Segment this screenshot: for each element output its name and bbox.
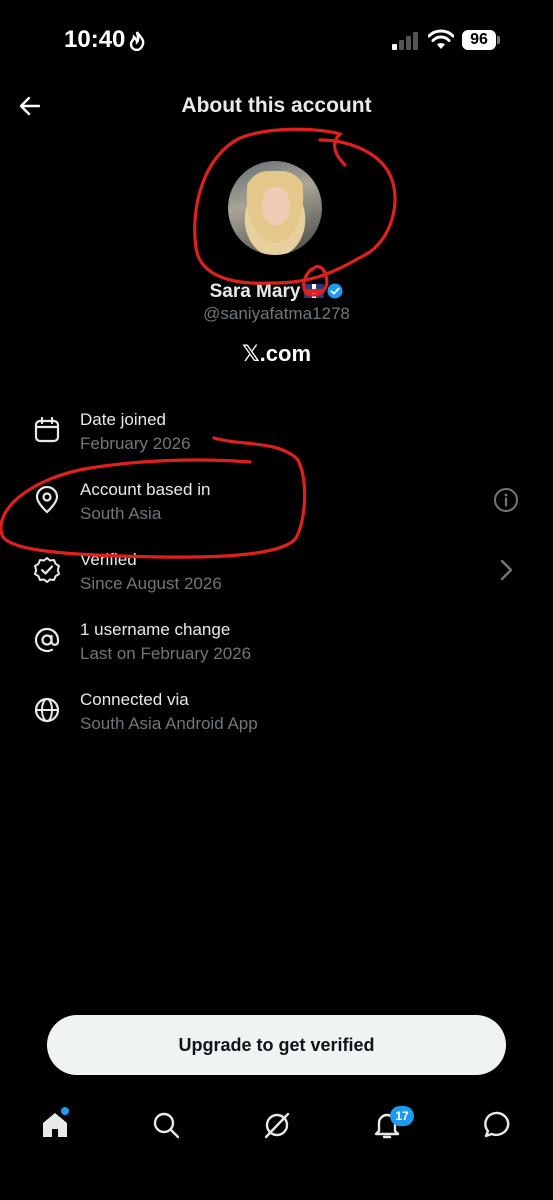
verified-badge-icon xyxy=(327,283,343,299)
detail-subtitle: Since August 2026 xyxy=(80,574,222,593)
info-icon[interactable] xyxy=(493,487,519,513)
platform-label: 𝕏.com xyxy=(241,341,312,366)
page-title: About this account xyxy=(181,94,372,117)
detail-subtitle: South Asia xyxy=(80,504,162,523)
battery-indicator: 96 xyxy=(462,30,496,50)
detail-title: Verified xyxy=(80,550,137,569)
avatar[interactable] xyxy=(228,161,322,255)
detail-title: 1 username change xyxy=(80,620,231,639)
wifi-icon xyxy=(428,29,454,49)
messages-icon[interactable] xyxy=(483,1110,513,1140)
uk-flag-icon xyxy=(304,284,325,298)
detail-subtitle: South Asia Android App xyxy=(80,714,258,733)
globe-icon xyxy=(34,697,60,723)
detail-row-date-joined: Date joined February 2026 xyxy=(0,410,553,480)
search-icon[interactable] xyxy=(151,1110,181,1140)
detail-row-username-change: 1 username change Last on February 2026 xyxy=(0,620,553,690)
detail-row-verified[interactable]: Verified Since August 2026 xyxy=(0,550,553,620)
upgrade-button[interactable]: Upgrade to get verified xyxy=(47,1015,506,1075)
detail-row-account-based-in: Account based in South Asia xyxy=(0,480,553,550)
detail-title: Date joined xyxy=(80,410,167,429)
profile-name: Sara Mary xyxy=(209,281,301,302)
status-time: 10:40 xyxy=(64,26,126,53)
chevron-right-icon[interactable] xyxy=(493,557,519,583)
location-pin-icon xyxy=(35,486,59,514)
cellular-signal-icon xyxy=(392,32,418,50)
at-sign-icon xyxy=(34,627,60,653)
detail-subtitle: February 2026 xyxy=(80,434,191,453)
avatar-face-shape xyxy=(262,187,290,225)
battery-tip xyxy=(497,36,500,44)
detail-title: Connected via xyxy=(80,690,189,709)
detail-subtitle: Last on February 2026 xyxy=(80,644,252,663)
detail-row-connected-via: Connected via South Asia Android App xyxy=(0,690,553,760)
detail-title: Account based in xyxy=(80,480,211,499)
profile-handle: @saniyafatma1278 xyxy=(203,304,350,323)
flame-icon xyxy=(129,31,145,51)
profile-name-line: Sara Mary xyxy=(0,281,553,303)
calendar-icon xyxy=(34,416,60,443)
verified-check-icon xyxy=(34,557,60,583)
home-notification-dot xyxy=(61,1107,69,1115)
notifications-badge: 17 xyxy=(390,1106,414,1126)
grok-icon[interactable] xyxy=(262,1110,292,1140)
